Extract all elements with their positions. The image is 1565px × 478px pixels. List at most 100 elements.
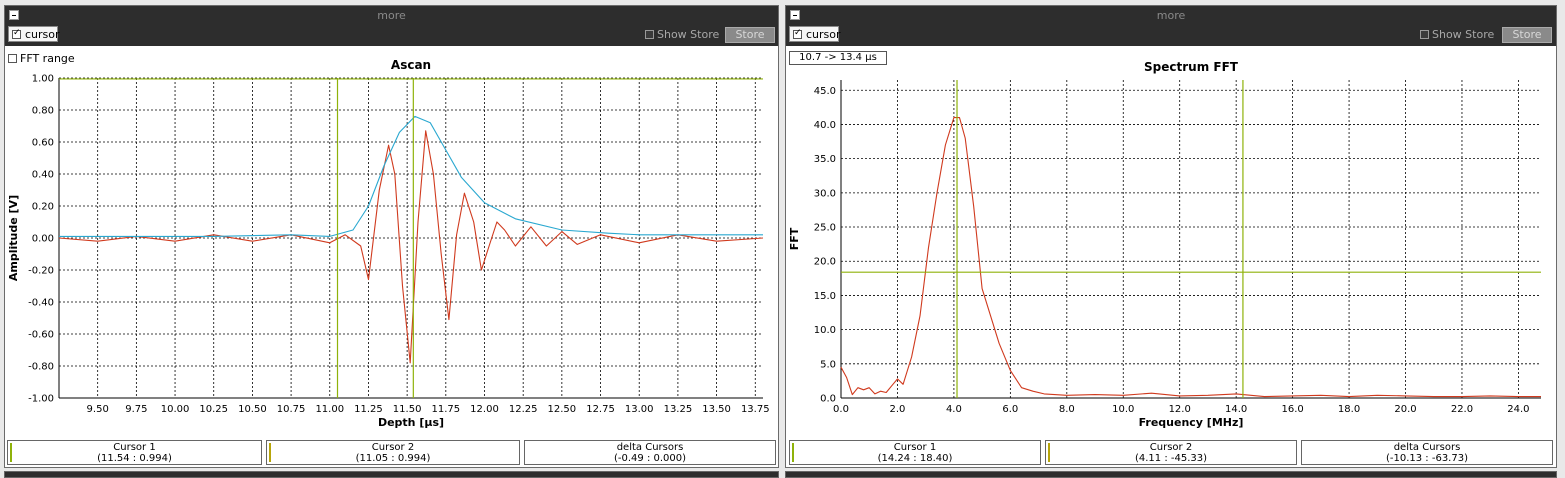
readout-label: delta Cursors bbox=[616, 442, 684, 453]
y-tick-label: 30.0 bbox=[814, 188, 836, 199]
x-tick-label: 11.00 bbox=[315, 404, 344, 415]
readout-value: (4.11 : -45.33) bbox=[1134, 453, 1208, 464]
x-tick-label: 6.0 bbox=[1002, 404, 1018, 415]
x-tick-label: 10.0 bbox=[1112, 404, 1134, 415]
y-tick-label: -1.00 bbox=[28, 394, 54, 405]
series-line bbox=[840, 117, 1541, 398]
readout-value: (-10.13 : -63.73) bbox=[1385, 453, 1468, 464]
y-tick-label: -0.20 bbox=[28, 266, 54, 277]
y-tick-label: 1.00 bbox=[32, 74, 54, 85]
x-tick-label: 10.75 bbox=[277, 404, 306, 415]
x-tick-label: 11.75 bbox=[431, 404, 460, 415]
readout-label: Cursor 2 bbox=[371, 442, 415, 453]
y-tick-label: 10.0 bbox=[814, 325, 836, 336]
next-panel-edge bbox=[785, 471, 1557, 478]
readout-label: Cursor 1 bbox=[113, 442, 156, 453]
readout-value: (14.24 : 18.40) bbox=[877, 453, 953, 464]
x-tick-label: 8.0 bbox=[1059, 404, 1075, 415]
x-tick-label: 22.0 bbox=[1451, 404, 1473, 415]
x-tick-label: 10.25 bbox=[199, 404, 228, 415]
panel-toolbar: cursor Show Store Store bbox=[786, 24, 1556, 46]
cursor-checkbox[interactable]: cursor bbox=[8, 26, 60, 42]
x-tick-label: 9.75 bbox=[125, 404, 147, 415]
y-tick-label: -0.80 bbox=[28, 362, 54, 373]
cursor-checkbox[interactable]: cursor bbox=[789, 26, 841, 42]
x-tick-label: 12.75 bbox=[586, 404, 615, 415]
readout-value: (11.54 : 0.994) bbox=[97, 453, 172, 464]
readout-label: delta Cursors bbox=[1393, 442, 1461, 453]
ascan-panel: more cursor Show Store Store FFT range A… bbox=[4, 5, 779, 468]
x-tick-label: 10.50 bbox=[238, 404, 267, 415]
x-tick-label: 9.50 bbox=[87, 404, 109, 415]
x-axis-label: Frequency [MHz] bbox=[1139, 416, 1244, 429]
chart-title: Ascan bbox=[391, 58, 431, 72]
y-tick-label: 5.0 bbox=[820, 359, 836, 370]
y-tick-label: 25.0 bbox=[814, 223, 836, 234]
spectrum-panel: more cursor Show Store Store 10.7 -> 13.… bbox=[785, 5, 1557, 468]
x-tick-label: 18.0 bbox=[1338, 404, 1360, 415]
x-tick-label: 24.0 bbox=[1507, 404, 1529, 415]
panel-titlebar: more bbox=[5, 6, 778, 24]
y-tick-label: 0.00 bbox=[32, 234, 54, 245]
cursor2-marker bbox=[269, 443, 271, 462]
show-store-checkbox[interactable]: Show Store bbox=[645, 28, 719, 41]
x-tick-label: 14.0 bbox=[1225, 404, 1247, 415]
series-line bbox=[59, 115, 763, 237]
readout-value: (11.05 : 0.994) bbox=[355, 453, 431, 464]
delta-cursors-readout: delta Cursors (-0.49 : 0.000) bbox=[524, 440, 776, 465]
y-tick-label: 0.0 bbox=[820, 394, 836, 405]
panel-titlebar: more bbox=[786, 6, 1556, 24]
y-axis-label: FFT bbox=[788, 227, 801, 250]
checkbox-unchecked-icon[interactable] bbox=[1420, 30, 1429, 39]
next-panel-edge bbox=[4, 471, 779, 478]
x-tick-label: 13.00 bbox=[625, 404, 654, 415]
y-tick-label: 0.20 bbox=[32, 202, 54, 213]
cursor-checkbox-label: cursor bbox=[25, 28, 60, 41]
y-tick-label: -0.60 bbox=[28, 330, 54, 341]
y-tick-label: 20.0 bbox=[814, 257, 836, 268]
store-button[interactable]: Store bbox=[1502, 27, 1552, 43]
more-label[interactable]: more bbox=[786, 9, 1556, 22]
x-tick-label: 0.0 bbox=[833, 404, 849, 415]
y-tick-label: 35.0 bbox=[814, 154, 836, 165]
spectrum-chart[interactable]: Spectrum FFT 0.0 2.0 4.0 6.0 8.0 10.0 12.0 14.0 1… bbox=[786, 46, 1558, 438]
y-tick-label: 45.0 bbox=[814, 86, 836, 97]
x-tick-label: 16.0 bbox=[1281, 404, 1303, 415]
x-tick-label: 12.25 bbox=[509, 404, 538, 415]
readout-label: Cursor 1 bbox=[893, 442, 937, 453]
show-store-label: Show Store bbox=[1432, 28, 1495, 41]
y-tick-label: 15.0 bbox=[814, 291, 836, 302]
show-store-label: Show Store bbox=[657, 28, 720, 41]
delta-cursors-readout: delta Cursors (-10.13 : -63.73) bbox=[1301, 440, 1553, 465]
ascan-chart[interactable]: Ascan 9.50 9.75 10.00 10.25 10.50 10.75 11.00 11… bbox=[5, 46, 780, 438]
x-axis-label: Depth [µs] bbox=[378, 416, 444, 429]
readout-value: (-0.49 : 0.000) bbox=[613, 453, 687, 464]
checkbox-unchecked-icon[interactable] bbox=[645, 30, 654, 39]
x-tick-label: 10.00 bbox=[161, 404, 190, 415]
readout-label: Cursor 2 bbox=[1149, 442, 1193, 453]
more-label[interactable]: more bbox=[5, 9, 778, 22]
y-tick-label: -0.40 bbox=[28, 298, 54, 309]
series-line bbox=[58, 130, 764, 364]
cursor1-marker bbox=[10, 443, 12, 462]
panel-toolbar: cursor Show Store Store bbox=[5, 24, 778, 46]
x-tick-label: 2.0 bbox=[889, 404, 905, 415]
y-tick-label: 40.0 bbox=[814, 120, 836, 131]
checkbox-checked-icon[interactable] bbox=[793, 28, 802, 39]
x-tick-label: 11.25 bbox=[354, 404, 383, 415]
cursor2-readout: Cursor 2 (11.05 : 0.994) bbox=[266, 440, 520, 465]
cursor1-marker bbox=[792, 443, 794, 462]
x-tick-label: 12.50 bbox=[548, 404, 577, 415]
store-button[interactable]: Store bbox=[725, 27, 775, 43]
y-axis-label: Amplitude [V] bbox=[7, 195, 20, 281]
chart-title: Spectrum FFT bbox=[1144, 60, 1239, 74]
cursor1-readout: Cursor 1 (11.54 : 0.994) bbox=[7, 440, 262, 465]
x-tick-label: 12.00 bbox=[470, 404, 499, 415]
x-tick-label: 13.50 bbox=[702, 404, 731, 415]
show-store-checkbox[interactable]: Show Store bbox=[1420, 28, 1494, 41]
x-tick-label: 13.75 bbox=[741, 404, 770, 415]
y-tick-label: 0.80 bbox=[32, 106, 54, 117]
x-tick-label: 13.25 bbox=[664, 404, 693, 415]
checkbox-checked-icon[interactable] bbox=[12, 28, 21, 39]
cursor1-readout: Cursor 1 (14.24 : 18.40) bbox=[789, 440, 1041, 465]
